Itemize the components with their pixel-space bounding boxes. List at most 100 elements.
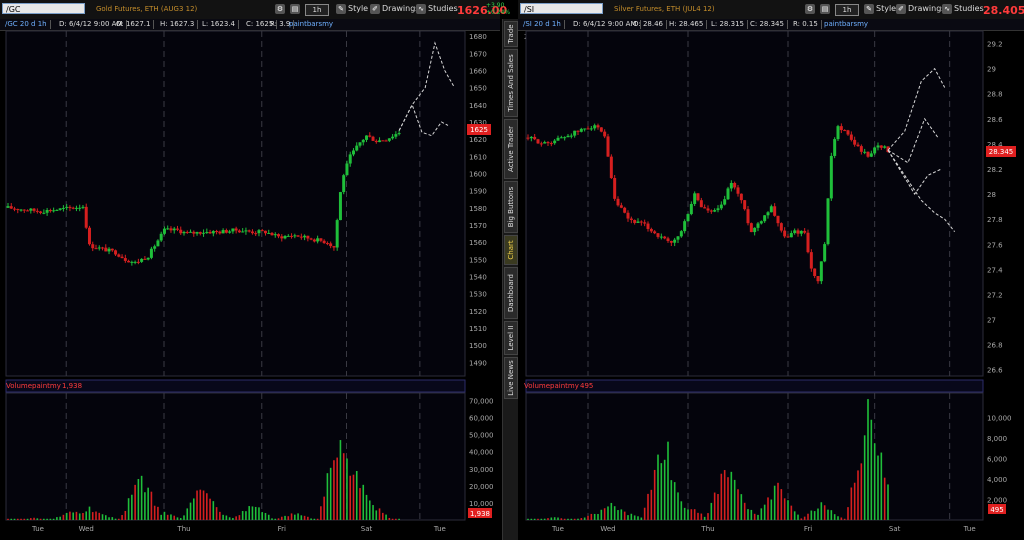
candle-body xyxy=(97,247,101,249)
volume-bar xyxy=(573,518,576,520)
price-label-box xyxy=(986,146,1016,157)
candle-body xyxy=(58,208,62,210)
volume-bar xyxy=(610,502,613,520)
volume-bar xyxy=(313,518,316,520)
candle-body xyxy=(133,261,137,263)
copyright-text: 2012 © TD Ameritrade IP Company, Inc. xyxy=(6,33,148,41)
candle-body xyxy=(228,231,232,233)
candle-body xyxy=(843,130,847,132)
studies-label: Studies xyxy=(954,4,984,13)
candle-body xyxy=(68,206,72,208)
volume-bar xyxy=(365,494,368,520)
candle-body xyxy=(826,198,830,245)
high-info: H: 28.465 xyxy=(666,20,708,29)
tab-chart[interactable]: Chart xyxy=(504,235,518,265)
studies-button[interactable]: ∿ Studies xyxy=(942,3,984,15)
candle-body xyxy=(309,238,313,240)
volume-bar xyxy=(170,514,172,520)
volume-bar xyxy=(637,516,639,520)
volume-bar xyxy=(760,508,763,520)
link-icon[interactable]: ⚙ xyxy=(275,3,287,15)
candle-body xyxy=(293,235,297,237)
volume-bar xyxy=(713,492,716,520)
volume-study-value: 1,938 xyxy=(62,382,82,390)
x-tick-label: Fri xyxy=(804,525,812,533)
candle-body xyxy=(553,140,557,144)
volume-bar xyxy=(710,502,713,520)
tab-big-buttons[interactable]: Big Buttons xyxy=(504,181,518,233)
volume-bar xyxy=(56,517,58,520)
style-button[interactable]: ✎ Style xyxy=(336,3,368,15)
candle-body xyxy=(586,128,590,130)
volume-bar xyxy=(693,509,696,520)
y-tick-label: 1500 xyxy=(469,342,487,350)
volume-bar xyxy=(274,518,277,520)
symbol-input[interactable]: /GC xyxy=(2,3,85,14)
volume-bar xyxy=(723,470,726,520)
tab-times-and-sales[interactable]: Times And Sales xyxy=(504,49,518,117)
y-tick-label: 1550 xyxy=(469,256,487,264)
aggregation-selector[interactable]: 1h xyxy=(305,4,329,16)
candle-body xyxy=(706,208,710,211)
volume-bar xyxy=(339,440,342,520)
link-icon[interactable]: ⚙ xyxy=(805,3,817,15)
tab-dashboard[interactable]: Dashboard xyxy=(504,267,518,319)
candle-body xyxy=(669,241,673,243)
studies-button[interactable]: ∿ Studies xyxy=(416,3,458,15)
candle-body xyxy=(576,130,580,132)
volume-bar xyxy=(368,500,371,520)
volume-bar xyxy=(633,515,636,520)
candle-body xyxy=(52,210,56,212)
drawings-label: Drawings xyxy=(382,4,420,13)
x-tick-label: Thu xyxy=(176,525,190,533)
drawings-button[interactable]: ✐ Drawings xyxy=(896,3,945,15)
volume-bar xyxy=(349,475,352,520)
candle-body xyxy=(283,236,287,239)
candle-body xyxy=(756,223,760,228)
volume-bar xyxy=(570,518,573,520)
symbol-input[interactable]: /SI xyxy=(520,3,603,14)
candle-body xyxy=(19,209,23,211)
net-change-percent: +0.24% xyxy=(486,9,511,16)
candle-body xyxy=(166,228,170,230)
volume-bar xyxy=(72,512,74,520)
candle-body xyxy=(260,230,264,232)
volume-bar xyxy=(533,518,536,520)
volume-bar xyxy=(880,452,883,520)
tab-trade[interactable]: Trade xyxy=(504,21,518,47)
volume-bar xyxy=(326,473,329,520)
volume-bar xyxy=(199,489,202,520)
volume-bar xyxy=(23,518,26,520)
style-button[interactable]: ✎ Style xyxy=(864,3,896,15)
volume-bar xyxy=(757,514,759,520)
volume-bar xyxy=(179,518,182,520)
aggregation-selector[interactable]: 1h xyxy=(835,4,859,16)
volume-bar xyxy=(720,473,723,520)
tab-live-news[interactable]: Live News xyxy=(504,357,518,399)
volume-bar xyxy=(550,517,553,520)
volume-bar xyxy=(300,515,303,520)
volume-bar xyxy=(176,517,179,520)
aggregation-icon[interactable]: ▤ xyxy=(290,3,302,15)
aggregation-icon[interactable]: ▤ xyxy=(820,3,832,15)
candle-body xyxy=(169,228,173,231)
volume-badge: 1,938 xyxy=(470,510,490,518)
tab-active-trader[interactable]: Active Trader xyxy=(504,119,518,179)
volume-bar xyxy=(232,517,234,520)
candle-body xyxy=(866,151,870,157)
candle-body xyxy=(596,125,600,128)
y-tick-label: 1580 xyxy=(469,205,487,213)
tab-level-ii[interactable]: Level II xyxy=(504,321,518,355)
candle-body xyxy=(849,134,853,140)
volume-bar xyxy=(59,516,61,520)
candle-body xyxy=(659,236,663,238)
projection-line xyxy=(887,117,939,164)
drawings-button[interactable]: ✐ Drawings xyxy=(370,3,419,15)
volume-bar xyxy=(297,513,299,520)
volume-bar xyxy=(557,517,559,520)
close-info: C: 28.345 xyxy=(747,20,788,29)
volume-bar xyxy=(186,508,189,520)
volume-bar xyxy=(118,518,120,520)
silver-chart-panel: /SI Silver Futures, ETH (JUL4 12) ⚙ ▤ 1h… xyxy=(518,0,1024,540)
candle-body xyxy=(153,246,157,249)
